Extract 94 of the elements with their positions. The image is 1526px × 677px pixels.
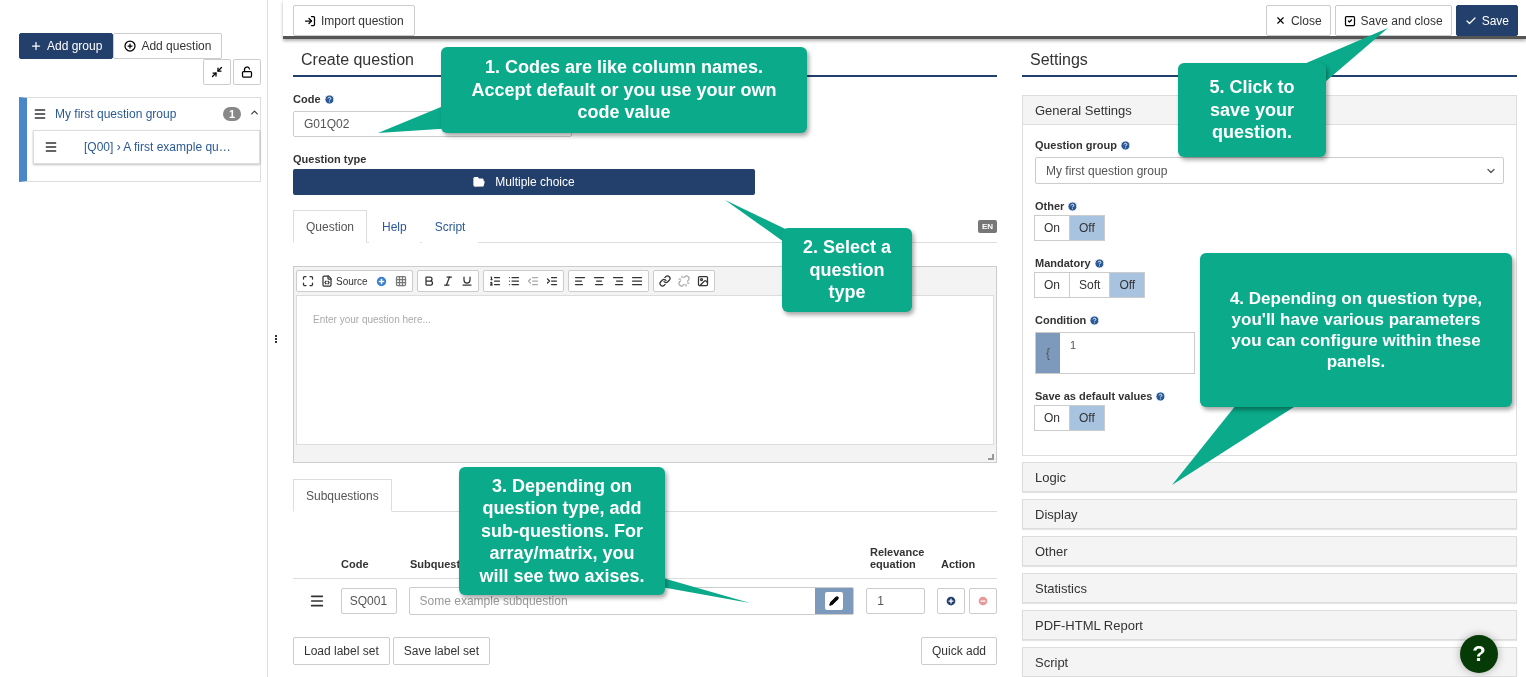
- toggle-option[interactable]: On: [1034, 215, 1070, 241]
- pencil-icon: [829, 596, 840, 606]
- label-set-button[interactable]: Save label set: [392, 637, 491, 665]
- help-icon: [1067, 200, 1079, 212]
- field-placeholder: Some example subquestion: [418, 594, 569, 608]
- field-label: Code: [293, 93, 321, 105]
- tab[interactable]: Subquestions: [293, 479, 392, 512]
- add-row-button[interactable]: [937, 588, 965, 614]
- collapsed-panel[interactable]: Other: [1022, 536, 1517, 566]
- field-label: Question type: [293, 153, 367, 165]
- field-label: Question group: [1035, 139, 1117, 151]
- toggle-option[interactable]: Off: [1069, 405, 1105, 431]
- toggle-option[interactable]: Soft: [1069, 272, 1111, 298]
- question-type-button[interactable]: Multiple choice: [293, 169, 755, 195]
- numbered-list-icon: [488, 275, 501, 287]
- resize-grip[interactable]: [988, 454, 994, 460]
- close-button[interactable]: Close: [1265, 5, 1331, 36]
- condition-field[interactable]: { 1: [1035, 332, 1195, 374]
- question-item[interactable]: [Q00] › A first example qu…: [33, 130, 260, 164]
- collapsed-panel[interactable]: Logic: [1022, 462, 1517, 492]
- tutorial-callout: 5. Click to save your question.: [1178, 63, 1326, 157]
- field-label: Condition: [1035, 314, 1087, 326]
- plus-circle-icon: [374, 274, 388, 288]
- bold-icon: [422, 275, 435, 287]
- checkbox-icon: [1343, 14, 1356, 27]
- toggle-option[interactable]: On: [1034, 272, 1070, 298]
- source-button[interactable]: Source: [336, 275, 368, 287]
- plus-icon: [30, 40, 42, 52]
- align-justify-icon: [630, 275, 643, 287]
- save-button[interactable]: Save: [1455, 5, 1518, 36]
- import-icon: [304, 14, 316, 27]
- save-and-close-button[interactable]: Save and close: [1334, 5, 1452, 36]
- collapsed-panel[interactable]: Statistics: [1022, 573, 1517, 603]
- field-label: Save as default values: [1035, 390, 1153, 402]
- tab[interactable]: Question: [293, 210, 368, 243]
- collapsed-panel[interactable]: PDF-HTML Report: [1022, 610, 1517, 640]
- editor-placeholder: Enter your question here...: [313, 314, 431, 325]
- count-badge: 1: [222, 107, 241, 121]
- drag-handle-icon: [44, 140, 58, 154]
- column-header: Action: [941, 558, 976, 570]
- question-title: [Q00] › A first example qu…: [84, 140, 231, 154]
- plus-circle-icon: [945, 595, 957, 607]
- collapse-icon: [211, 66, 223, 78]
- maximize-icon: [302, 275, 314, 287]
- relevance-field[interactable]: 1: [866, 588, 925, 614]
- plus-circle-icon: [124, 40, 137, 52]
- tutorial-callout: 2. Select a question type: [782, 228, 912, 312]
- question-group-select[interactable]: My first question group: [1035, 157, 1504, 184]
- add-question-button[interactable]: Add question: [113, 33, 223, 59]
- toggle-option[interactable]: Off: [1109, 272, 1146, 298]
- edit-button[interactable]: [815, 588, 854, 614]
- panel-title[interactable]: General Settings: [1035, 103, 1132, 118]
- link-icon: [658, 275, 671, 287]
- help-icon: [1155, 390, 1167, 402]
- column-header: Subquest: [410, 558, 461, 570]
- drag-handle-icon: [308, 593, 325, 609]
- column-header: Relevance equation: [870, 546, 925, 570]
- field-label: Mandatory: [1035, 257, 1091, 269]
- minus-circle-icon: [977, 595, 989, 607]
- label-set-button[interactable]: Load label set: [293, 637, 390, 665]
- bullet-list-icon: [507, 275, 520, 287]
- grid-icon: [394, 275, 407, 287]
- help-icon: [323, 93, 335, 105]
- source-icon: [321, 275, 333, 287]
- help-icon: [1093, 257, 1105, 269]
- toggle-option[interactable]: On: [1034, 405, 1070, 431]
- drag-handle-icon: [33, 107, 47, 121]
- close-icon: [1274, 15, 1286, 26]
- column-header: Code: [341, 558, 369, 570]
- group-title[interactable]: My first question group: [55, 107, 177, 121]
- help-icon: [1119, 139, 1131, 151]
- help-icon: [1089, 314, 1101, 326]
- field-label: Other: [1035, 200, 1065, 212]
- collapse-button[interactable]: [203, 59, 231, 85]
- folder-icon: [473, 176, 486, 188]
- align-left-icon: [573, 275, 586, 287]
- splitter-handle[interactable]: [274, 334, 277, 343]
- underline-icon: [460, 275, 473, 287]
- indent-icon: [545, 275, 558, 287]
- outdent-icon: [526, 275, 539, 287]
- code-field[interactable]: SQ001: [340, 588, 397, 614]
- quick-add-button[interactable]: Quick add: [920, 637, 997, 665]
- add-group-button[interactable]: Add group: [19, 33, 114, 59]
- italic-icon: [441, 275, 454, 287]
- unlock-icon: [241, 66, 253, 78]
- collapsed-panel[interactable]: Display: [1022, 499, 1517, 529]
- import-question-button[interactable]: Import question: [293, 5, 415, 36]
- unlink-icon: [677, 275, 690, 287]
- lock-button[interactable]: [233, 59, 261, 85]
- image-icon: [696, 275, 709, 287]
- language-badge: EN: [977, 219, 997, 233]
- align-center-icon: [592, 275, 605, 287]
- align-right-icon: [611, 275, 624, 287]
- toggle-option[interactable]: Off: [1069, 215, 1105, 241]
